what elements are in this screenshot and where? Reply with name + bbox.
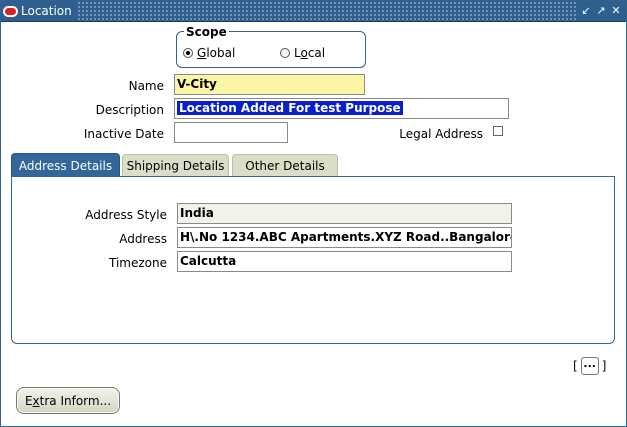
- extra-information-label: Extra Inform...: [24, 393, 112, 408]
- radio-selected-icon: [183, 48, 193, 58]
- title-label-group: Location: [1, 1, 78, 21]
- tab-shipping-details-label: Shipping Details: [126, 158, 225, 173]
- scope-global-label: Global: [197, 46, 236, 60]
- inactive-date-field[interactable]: [174, 122, 288, 143]
- flexfield-button[interactable]: ...: [580, 357, 599, 375]
- timezone-field[interactable]: Calcutta: [177, 251, 512, 272]
- descriptive-flexfield: [ ... ]: [573, 357, 606, 375]
- address-field[interactable]: H\.No 1234.ABC Apartments.XYZ Road..Bang…: [177, 227, 512, 248]
- timezone-label: Timezone: [109, 256, 167, 270]
- maximize-icon[interactable]: ↗: [595, 5, 607, 17]
- scope-local-label: Local: [294, 46, 326, 60]
- name-label: Name: [128, 79, 164, 93]
- close-icon[interactable]: ✕: [610, 5, 622, 17]
- window-title: Location: [21, 4, 72, 18]
- address-style-label: Address Style: [85, 208, 167, 222]
- description-selected-text: Location Added For test Purpose: [177, 101, 403, 115]
- flexfield-close-bracket: ]: [601, 359, 607, 373]
- location-window: Location ↙ ↗ ✕ Scope Global Local Name V…: [0, 0, 627, 427]
- address-style-field[interactable]: India: [177, 203, 512, 224]
- minimize-icon[interactable]: ↙: [580, 5, 592, 17]
- flexfield-open-bracket: [: [573, 359, 578, 373]
- address-label: Address: [119, 232, 167, 246]
- inactive-date-label: Inactive Date: [83, 127, 164, 141]
- tab-shipping-details[interactable]: Shipping Details: [122, 154, 229, 176]
- extra-information-button[interactable]: Extra Inform...: [16, 387, 120, 414]
- radio-unselected-icon: [280, 48, 290, 58]
- legal-address-label: Legal Address: [399, 127, 483, 141]
- title-bar[interactable]: Location ↙ ↗ ✕: [1, 1, 626, 22]
- description-label: Description: [95, 103, 164, 117]
- description-field[interactable]: Location Added For test Purpose: [174, 98, 509, 119]
- scope-global-radio[interactable]: Global: [183, 46, 235, 60]
- tab-other-details[interactable]: Other Details: [232, 154, 338, 176]
- window-controls: ↙ ↗ ✕: [576, 1, 626, 21]
- scope-local-radio[interactable]: Local: [280, 46, 325, 60]
- legal-address-checkbox[interactable]: [493, 126, 503, 136]
- tab-other-details-label: Other Details: [245, 158, 325, 173]
- name-field[interactable]: V-City: [174, 74, 365, 95]
- tab-address-details[interactable]: Address Details: [11, 153, 120, 177]
- tab-address-details-label: Address Details: [18, 158, 113, 173]
- scope-title: Scope: [184, 25, 229, 39]
- oracle-logo-icon: [3, 5, 18, 17]
